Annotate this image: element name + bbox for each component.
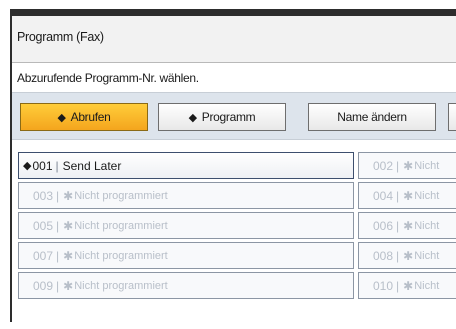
program-number: 007 <box>33 248 54 263</box>
program-label: Nicht programmiert <box>74 279 168 292</box>
program-003-button[interactable]: 003 | ✱ Nicht programmiert <box>18 182 354 209</box>
program-label: Nicht programmiert <box>74 249 168 262</box>
program-label: Nicht <box>414 279 440 292</box>
program-label: Send Later <box>62 158 122 173</box>
program-grid: ◆ 001 | Send Later 002 | ✱ Nicht 003 | ✱… <box>12 145 456 329</box>
window-title: Programm (Fax) <box>17 30 104 44</box>
program-006-button[interactable]: 006 | ✱ Nicht <box>358 212 456 239</box>
program-label: Nicht <box>414 249 440 262</box>
program-009-button[interactable]: 009 | ✱ Nicht programmiert <box>18 272 354 299</box>
diamond-icon: ◆ <box>23 160 32 172</box>
program-number: 008 <box>373 248 394 263</box>
star-icon: ✱ <box>403 188 414 203</box>
instruction-text: Abzurufende Programm-Nr. wählen. <box>17 71 199 85</box>
diamond-icon: ◆ <box>188 111 197 124</box>
program-label: Nicht programmiert <box>74 189 168 202</box>
tab-label: Abrufen <box>70 110 111 124</box>
program-005-button[interactable]: 005 | ✱ Nicht programmiert <box>18 212 354 239</box>
star-icon: ✱ <box>403 248 414 263</box>
program-002-button[interactable]: 002 | ✱ Nicht <box>358 152 456 179</box>
program-number: 001 <box>32 158 53 173</box>
tab-abrufen[interactable]: ◆ Abrufen <box>20 103 148 131</box>
program-number: 010 <box>373 278 394 293</box>
tab-label: Name ändern <box>337 110 407 124</box>
program-label: Nicht <box>414 159 440 172</box>
tab-bar: ◆ Abrufen ◆ Programm Name ändern <box>12 92 456 140</box>
diamond-icon: ◆ <box>57 111 66 124</box>
program-number: 005 <box>33 218 54 233</box>
star-icon: ✱ <box>63 248 74 263</box>
star-icon: ✱ <box>403 158 414 173</box>
program-label: Nicht <box>414 219 440 232</box>
program-008-button[interactable]: 008 | ✱ Nicht <box>358 242 456 269</box>
tab-programm[interactable]: ◆ Programm <box>158 103 286 131</box>
title-bar: Programm (Fax) <box>12 16 456 63</box>
program-label: Nicht programmiert <box>74 219 168 232</box>
star-icon: ✱ <box>403 218 414 233</box>
program-010-button[interactable]: 010 | ✱ Nicht <box>358 272 456 299</box>
star-icon: ✱ <box>63 278 74 293</box>
program-004-button[interactable]: 004 | ✱ Nicht <box>358 182 456 209</box>
tab-label: Programm <box>201 110 256 124</box>
star-icon: ✱ <box>63 188 74 203</box>
program-window: Programm (Fax) Abzurufende Programm-Nr. … <box>10 9 456 322</box>
program-label: Nicht <box>414 189 440 202</box>
star-icon: ✱ <box>63 218 74 233</box>
program-007-button[interactable]: 007 | ✱ Nicht programmiert <box>18 242 354 269</box>
tab-more[interactable] <box>448 103 456 131</box>
program-001-button[interactable]: ◆ 001 | Send Later <box>18 152 354 179</box>
tab-name-aendern[interactable]: Name ändern <box>308 103 436 131</box>
program-number: 002 <box>373 158 394 173</box>
program-number: 006 <box>373 218 394 233</box>
program-number: 003 <box>33 188 54 203</box>
star-icon: ✱ <box>403 278 414 293</box>
program-number: 009 <box>33 278 54 293</box>
program-number: 004 <box>373 188 394 203</box>
